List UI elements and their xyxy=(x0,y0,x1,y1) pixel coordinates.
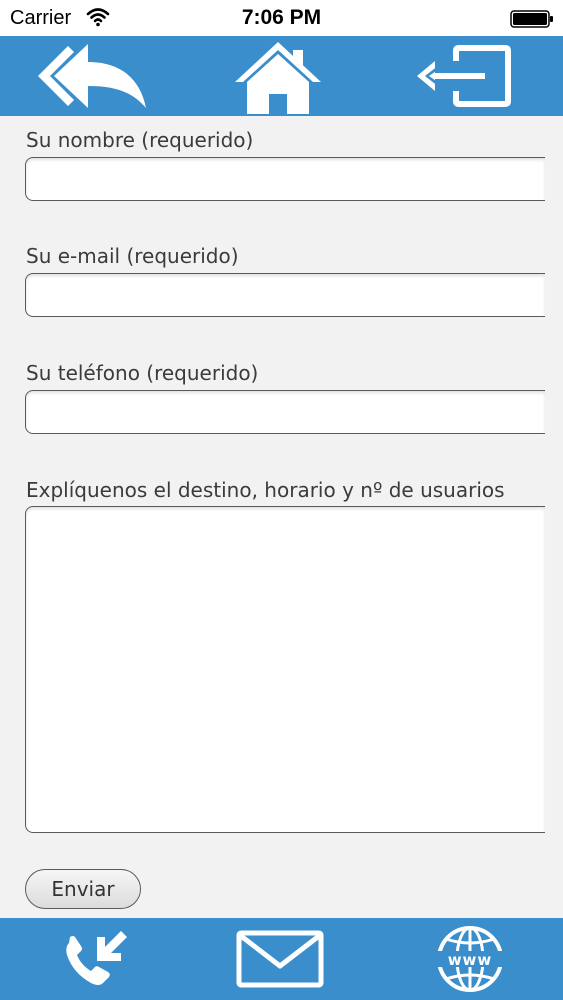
mail-button[interactable] xyxy=(230,918,330,1000)
home-button[interactable] xyxy=(225,36,330,116)
call-button[interactable] xyxy=(50,918,140,1000)
mail-icon xyxy=(236,930,324,988)
battery-icon xyxy=(510,10,553,28)
phone-input[interactable] xyxy=(25,390,545,434)
web-button[interactable]: www xyxy=(425,918,515,1000)
message-label: Explíquenos el destino, horario y nº de … xyxy=(26,478,505,502)
status-time: 7:06 PM xyxy=(241,6,322,29)
bottom-tab-bar: www xyxy=(0,918,563,1000)
exit-button[interactable] xyxy=(410,36,520,116)
incoming-call-icon xyxy=(66,931,127,985)
home-icon xyxy=(234,42,321,114)
email-input[interactable] xyxy=(25,273,545,317)
message-textarea[interactable] xyxy=(25,506,545,833)
name-label: Su nombre (requerido) xyxy=(26,128,254,152)
email-label: Su e-mail (requerido) xyxy=(26,244,239,268)
contact-form: Su nombre (requerido) Su e-mail (requeri… xyxy=(0,116,563,918)
back-arrow-icon xyxy=(38,44,146,108)
back-button[interactable] xyxy=(30,36,150,116)
submit-button[interactable]: Enviar xyxy=(25,869,141,909)
svg-text:www: www xyxy=(448,951,493,969)
status-bar: Carrier 7:06 PM xyxy=(0,0,563,36)
name-input[interactable] xyxy=(25,157,545,201)
top-nav-bar xyxy=(0,36,563,116)
phone-label: Su teléfono (requerido) xyxy=(26,361,259,385)
www-globe-icon: www xyxy=(436,926,504,992)
exit-icon xyxy=(417,45,511,107)
